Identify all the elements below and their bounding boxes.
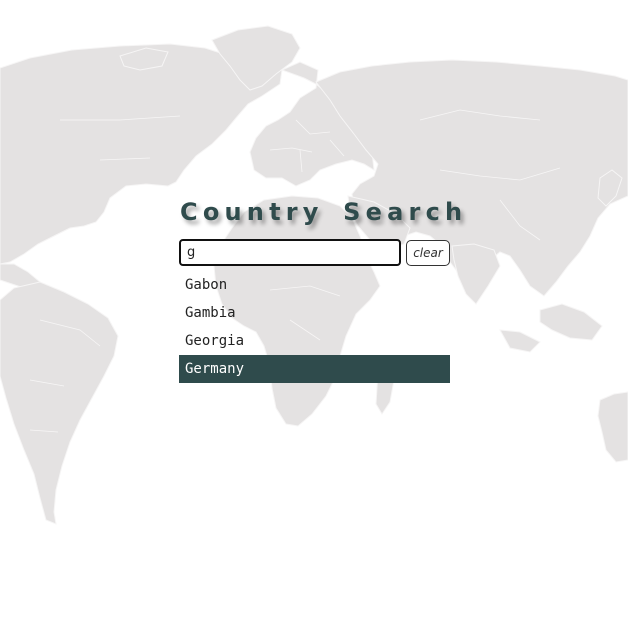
southeast-asia-islands-land — [539, 303, 603, 341]
south-america-land — [0, 281, 119, 525]
result-item-germany[interactable]: Germany — [179, 355, 450, 383]
clear-button[interactable]: clear — [406, 240, 450, 266]
result-item-gambia[interactable]: Gambia — [179, 299, 450, 327]
search-input[interactable] — [179, 239, 401, 266]
india-land — [451, 243, 501, 305]
result-item-gabon[interactable]: Gabon — [179, 271, 450, 299]
page-title: Country Search — [180, 198, 468, 226]
indonesia-land — [499, 329, 541, 353]
australia-land — [597, 391, 628, 463]
result-item-georgia[interactable]: Georgia — [179, 327, 450, 355]
results-list: Gabon Gambia Georgia Germany — [179, 271, 450, 383]
